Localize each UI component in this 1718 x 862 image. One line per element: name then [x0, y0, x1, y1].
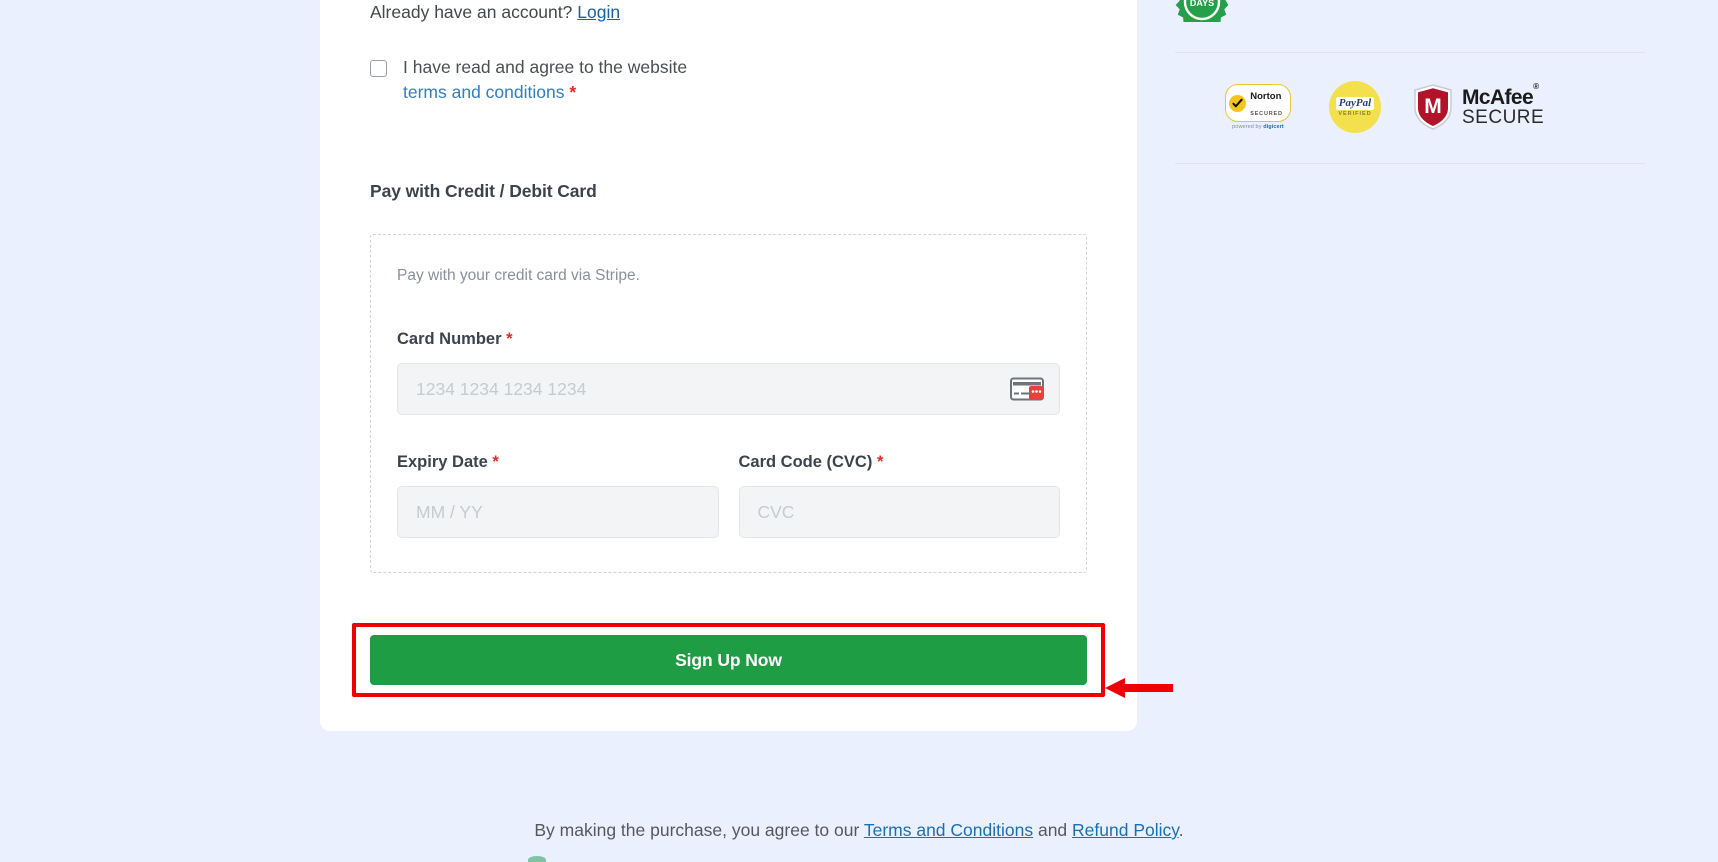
cut-off-green-element — [528, 856, 546, 862]
paypal-subtitle: VERIFIED — [1338, 111, 1372, 118]
expiry-date-input[interactable] — [397, 486, 719, 539]
expiry-label: Expiry Date * — [397, 453, 719, 472]
paypal-title: PayPal — [1335, 96, 1375, 111]
norton-subtitle: SECURED — [1250, 111, 1283, 117]
terms-checkbox[interactable] — [370, 60, 387, 78]
mcafee-shield-icon: M — [1413, 84, 1453, 130]
card-number-field-group: Card Number * — [397, 330, 1060, 416]
norton-pill: Norton SECURED — [1225, 84, 1291, 122]
expiry-label-text: Expiry Date — [397, 453, 488, 472]
svg-text:DAYS: DAYS — [1190, 0, 1214, 8]
norton-secured-badge: Norton SECURED powered by digicert — [1219, 84, 1297, 130]
login-link[interactable]: Login — [577, 2, 620, 22]
signup-button-zone: Sign Up Now — [352, 623, 1105, 698]
terms-required-marker: * — [569, 82, 577, 103]
card-number-label: Card Number * — [397, 330, 1060, 349]
expiry-cvc-row: Expiry Date * Card Code (CVC) * — [397, 453, 1061, 539]
cvc-field-group: Card Code (CVC) * — [738, 453, 1061, 539]
mcafee-secure-badge: M McAfee® SECURE — [1413, 82, 1545, 130]
mcafee-subtitle: SECURE — [1462, 107, 1545, 129]
cvc-required-marker: * — [876, 453, 884, 472]
terms-label-text: I have read and agree to the website — [403, 57, 688, 78]
terms-label: I have read and agree to the website ter… — [403, 55, 687, 105]
footer-conjunction: and — [1037, 820, 1068, 840]
cvc-label: Card Code (CVC) * — [739, 453, 1061, 472]
mcafee-trademark: ® — [1533, 81, 1539, 91]
norton-wordmark: Norton SECURED — [1250, 87, 1283, 119]
paypal-verified-badge: PayPal VERIFIED — [1329, 81, 1381, 133]
footer-terms-link[interactable]: Terms and Conditions — [864, 820, 1033, 840]
cvc-input[interactable] — [738, 486, 1060, 539]
stripe-payment-panel: Pay with your credit card via Stripe. Ca… — [370, 234, 1087, 574]
card-number-input-wrap — [397, 363, 1060, 416]
login-prompt-row: Already have an account? Login — [370, 0, 1087, 25]
card-number-label-text: Card Number — [397, 330, 502, 349]
mcafee-title-text: McAfee — [1462, 85, 1534, 109]
footer-prefix: By making the purchase, you agree to our — [534, 820, 860, 840]
norton-powered-prefix: powered by — [1232, 124, 1264, 130]
norton-powered-brand: digicert — [1263, 124, 1284, 130]
stripe-note: Pay with your credit card via Stripe. — [397, 267, 640, 285]
sign-up-now-button[interactable]: Sign Up Now — [370, 635, 1087, 686]
mcafee-wordmark: McAfee® SECURE — [1462, 82, 1545, 129]
footer-suffix: . — [1178, 820, 1184, 840]
terms-agreement-row: I have read and agree to the website ter… — [370, 55, 1087, 105]
expiry-field-group: Expiry Date * — [397, 453, 719, 539]
norton-powered-by: powered by digicert — [1232, 124, 1284, 130]
footer-legal-note: By making the purchase, you agree to our… — [0, 820, 1718, 841]
trust-sidebar: DAYS money back guarantee. Norton SECURE… — [1175, 0, 1645, 164]
expiry-required-marker: * — [492, 453, 499, 472]
guarantee-seal-icon: DAYS — [1175, 0, 1229, 22]
payment-section-heading: Pay with Credit / Debit Card — [370, 181, 597, 202]
card-number-input[interactable] — [397, 363, 1060, 416]
svg-text:M: M — [1424, 95, 1442, 118]
norton-checkmark-icon — [1229, 94, 1247, 112]
security-badges-row: Norton SECURED powered by digicert PayPa… — [1175, 53, 1645, 163]
guarantee-text: money back guarantee. — [1251, 0, 1450, 4]
mcafee-title: McAfee® — [1462, 82, 1539, 109]
money-back-guarantee-row: DAYS money back guarantee. — [1175, 0, 1645, 22]
annotation-arrow-icon — [1105, 676, 1173, 700]
footer-refund-policy-link[interactable]: Refund Policy — [1072, 820, 1179, 840]
checkout-card: Already have an account? Login I have re… — [320, 0, 1137, 732]
norton-title: Norton — [1250, 91, 1282, 102]
cvc-label-text: Card Code (CVC) — [738, 453, 873, 472]
terms-and-conditions-link[interactable]: terms and conditions — [403, 82, 564, 102]
sidebar-divider-bottom — [1175, 163, 1645, 164]
card-number-required-marker: * — [506, 330, 513, 349]
login-prompt-text: Already have an account? — [370, 2, 573, 22]
